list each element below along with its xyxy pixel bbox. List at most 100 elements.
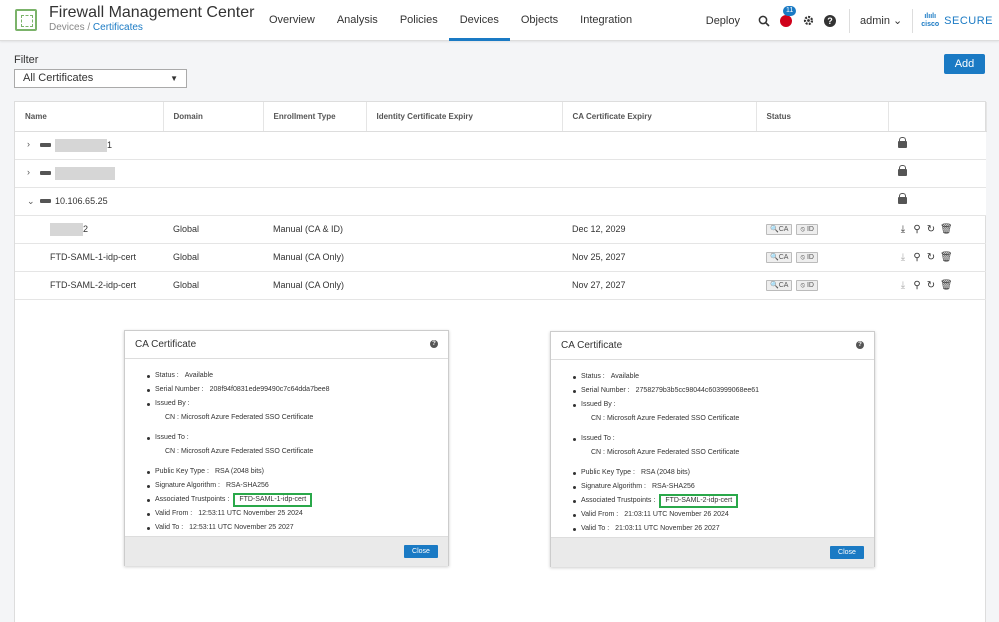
dialog-title: CA Certificate xyxy=(561,340,623,351)
refresh-icon[interactable]: ↻ xyxy=(926,252,936,263)
dialog-footer: Close xyxy=(551,537,874,567)
re-enroll-icon[interactable]: ⚲ xyxy=(912,280,922,291)
table-row[interactable]: FTD-SAML-1-idp-cert Global Manual (CA On… xyxy=(15,243,986,272)
col-domain[interactable]: Domain xyxy=(163,102,264,132)
add-button[interactable]: Add xyxy=(944,54,985,74)
trash-icon[interactable]: 🗑 xyxy=(940,280,953,291)
id-status-badge[interactable]: ⦸ ID xyxy=(796,252,818,263)
ca-certificate-dialog: CA Certificate ? Status : Available Seria… xyxy=(550,331,875,567)
cert-valid-from: Valid From :21:03:11 UTC November 26 202… xyxy=(573,508,874,522)
deploy-button[interactable]: Deploy xyxy=(706,15,740,27)
ca-status-badge[interactable]: 🔍CA xyxy=(766,252,793,263)
dialog-header: CA Certificate ? xyxy=(551,332,874,360)
cert-serial: Serial Number :2758279b3b5cc98044c603999… xyxy=(573,384,874,398)
alert-icon[interactable]: 11 xyxy=(779,5,797,28)
device-group-row[interactable]: › 1 xyxy=(15,131,986,160)
chevron-right-icon[interactable]: › xyxy=(27,167,37,177)
chevron-down-icon: ⌄ xyxy=(893,14,903,27)
trash-icon[interactable]: 🗑 xyxy=(940,224,953,235)
cert-ca-expiry: Nov 27, 2027 xyxy=(562,271,756,300)
device-name-suffix: 1 xyxy=(107,139,113,150)
cert-serial: Serial Number :208f94f0831ede99490c7c64d… xyxy=(147,383,448,397)
col-status[interactable]: Status xyxy=(756,102,889,132)
device-icon xyxy=(39,143,51,147)
device-icon xyxy=(39,199,51,204)
redacted-name xyxy=(55,138,108,152)
trustpoint-highlight: FTD-SAML-1-idp-cert xyxy=(233,493,313,507)
redacted-name xyxy=(55,166,116,180)
device-group-row[interactable]: ⌄ 10.106.65.25 xyxy=(15,187,986,216)
refresh-icon[interactable]: ↻ xyxy=(926,224,936,235)
cert-public-key: Public Key Type : RSA (2048 bits) xyxy=(573,466,874,480)
nav-analysis[interactable]: Analysis xyxy=(326,0,389,41)
cert-issued-by-cn: CN : Microsoft Azure Federated SSO Certi… xyxy=(165,414,314,421)
ca-status-badge[interactable]: 🔍CA xyxy=(766,280,793,291)
cert-identity-expiry xyxy=(366,243,562,272)
download-icon[interactable]: ⤓ xyxy=(898,224,908,235)
nav-overview[interactable]: Overview xyxy=(258,0,326,41)
breadcrumb-devices[interactable]: Devices xyxy=(49,22,85,33)
dialog-body: Status : Available Serial Number :208f94f… xyxy=(125,359,448,536)
trash-icon[interactable]: 🗑 xyxy=(940,252,953,263)
cert-valid-from: Valid From :12:53:11 UTC November 25 202… xyxy=(147,507,448,521)
cert-ca-expiry: Dec 12, 2029 xyxy=(562,215,756,244)
nav-objects[interactable]: Objects xyxy=(510,0,569,41)
dialog-header: CA Certificate ? xyxy=(125,331,448,359)
nav-integration[interactable]: Integration xyxy=(569,0,643,41)
alert-count-badge: 11 xyxy=(783,5,797,16)
download-icon: ⤓ xyxy=(900,279,906,291)
col-identity-expiry[interactable]: Identity Certificate Expiry xyxy=(366,102,563,132)
device-icon xyxy=(39,171,51,175)
help-icon[interactable]: ? xyxy=(856,341,864,349)
cert-status: Status : Available xyxy=(147,369,448,383)
filter-select[interactable]: All Certificates ▼ xyxy=(14,69,187,88)
col-enrollment[interactable]: Enrollment Type xyxy=(263,102,367,132)
chevron-down-icon[interactable]: ⌄ xyxy=(27,196,37,207)
re-enroll-icon[interactable]: ⚲ xyxy=(912,224,922,235)
help-icon[interactable]: ? xyxy=(430,340,438,348)
device-group-row[interactable]: › xyxy=(15,159,986,188)
gear-icon[interactable] xyxy=(801,14,815,28)
table-row[interactable]: FTD-SAML-2-idp-cert Global Manual (CA On… xyxy=(15,271,986,300)
col-ca-expiry[interactable]: CA Certificate Expiry xyxy=(562,102,757,132)
cert-valid-to: Valid To :21:03:11 UTC November 26 2027 xyxy=(573,522,874,536)
col-name[interactable]: Name xyxy=(15,102,164,132)
refresh-icon[interactable]: ↻ xyxy=(926,280,936,291)
breadcrumb: Devices / Certificates xyxy=(49,22,143,33)
chevron-right-icon[interactable]: › xyxy=(27,139,37,149)
cert-domain: Global xyxy=(163,215,263,244)
close-button[interactable]: Close xyxy=(830,546,864,559)
table-row[interactable]: 2 Global Manual (CA & ID) Dec 12, 2029 🔍… xyxy=(15,215,986,244)
nav-policies[interactable]: Policies xyxy=(389,0,449,41)
cisco-logo-icon: ılıılı cisco xyxy=(921,12,940,28)
cisco-secure-logo: ılıılı cisco SECURE xyxy=(921,12,993,28)
cert-valid-to: Valid To :12:53:11 UTC November 25 2027 xyxy=(147,521,448,535)
cert-identity-expiry xyxy=(366,271,562,300)
nav-devices[interactable]: Devices xyxy=(448,0,510,41)
dialog-body: Status : Available Serial Number :2758279… xyxy=(551,360,874,537)
trustpoint-highlight: FTD-SAML-2-idp-cert xyxy=(659,494,739,508)
cert-issued-to-cn: CN : Microsoft Azure Federated SSO Certi… xyxy=(165,448,314,455)
cert-signature-algorithm: Signature Algorithm : RSA-SHA256 xyxy=(147,479,448,493)
search-icon[interactable] xyxy=(757,14,771,28)
device-name: 10.106.65.25 xyxy=(55,195,108,206)
cert-identity-expiry xyxy=(366,215,562,244)
cert-domain: Global xyxy=(163,271,263,300)
re-enroll-icon[interactable]: ⚲ xyxy=(912,252,922,263)
breadcrumb-certificates[interactable]: Certificates xyxy=(93,22,143,33)
ca-certificate-dialog: CA Certificate ? Status : Available Seria… xyxy=(124,330,449,566)
dialog-title: CA Certificate xyxy=(135,339,197,350)
user-menu[interactable]: admin ⌄ xyxy=(849,8,914,33)
cert-issued-to: Issued To : xyxy=(573,432,874,446)
ca-status-badge[interactable]: 🔍CA xyxy=(766,224,793,235)
dialog-footer: Close xyxy=(125,536,448,566)
cert-status: Status : Available xyxy=(573,370,874,384)
cert-issued-to-cn: CN : Microsoft Azure Federated SSO Certi… xyxy=(591,449,740,456)
help-icon[interactable]: ? xyxy=(823,14,837,28)
id-status-badge[interactable]: ⦸ ID xyxy=(796,280,818,291)
filter-label: Filter xyxy=(14,54,39,66)
id-status-badge[interactable]: ⦸ ID xyxy=(796,224,818,235)
header-actions: Deploy 11 ? admin ⌄ ılıılı cisco SECURE xyxy=(706,0,999,41)
lock-icon xyxy=(898,193,907,204)
close-button[interactable]: Close xyxy=(404,545,438,558)
